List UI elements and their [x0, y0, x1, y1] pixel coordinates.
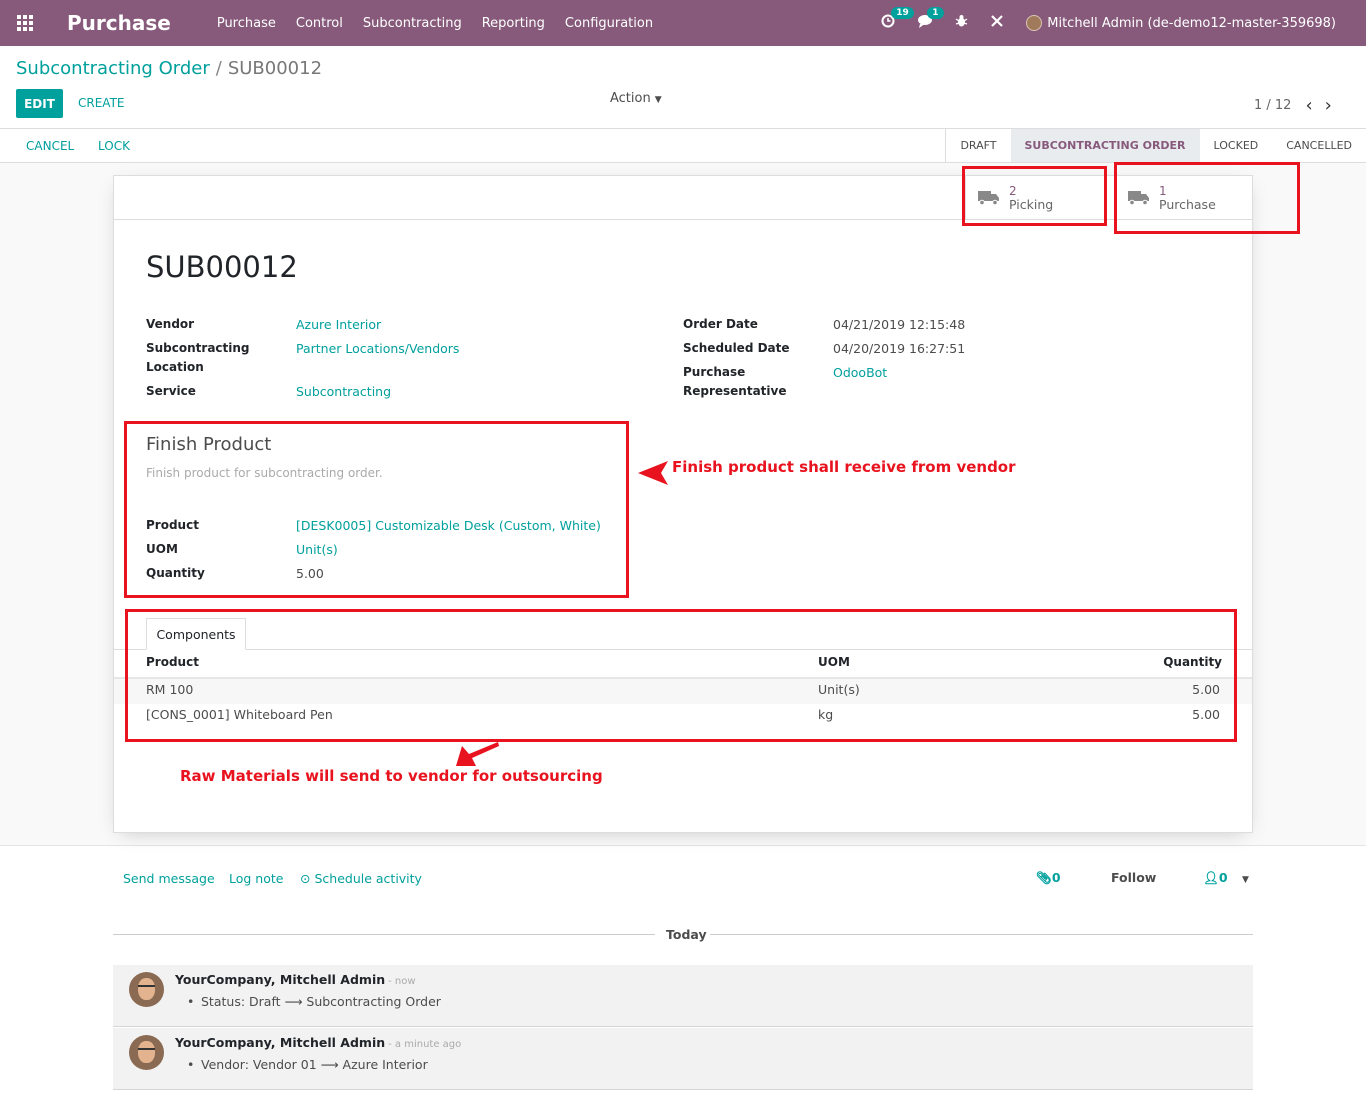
- chatter-message: YourCompany, Mitchell Admin- now Status:…: [113, 965, 1253, 1027]
- log-note-button[interactable]: Log note: [229, 871, 283, 886]
- breadcrumb-parent[interactable]: Subcontracting Order: [16, 58, 210, 79]
- annotation-arrow-left-icon: [638, 461, 668, 485]
- menu-item-configuration[interactable]: Configuration: [565, 16, 653, 31]
- message-time: - now: [388, 976, 416, 987]
- action-label: Action: [610, 91, 651, 106]
- edit-button[interactable]: EDIT: [16, 89, 63, 118]
- annotation-box-purchase: [1114, 162, 1300, 234]
- stage-locked[interactable]: LOCKED: [1200, 129, 1273, 162]
- send-message-button[interactable]: Send message: [123, 871, 215, 886]
- breadcrumb-separator: /: [215, 58, 222, 79]
- stage-subcontracting-order[interactable]: SUBCONTRACTING ORDER: [1010, 129, 1200, 162]
- order-date-value: 04/21/2019 12:15:48: [833, 317, 966, 332]
- attachments-count: 0: [1051, 870, 1061, 885]
- clock-icon: ⊙: [300, 871, 311, 886]
- subcontracting-location-label: Subcontracting Location: [146, 341, 250, 374]
- stage-cancelled[interactable]: CANCELLED: [1272, 129, 1366, 162]
- menu-item-purchase[interactable]: Purchase: [217, 16, 276, 31]
- previous-record-icon[interactable]: ‹: [1305, 95, 1324, 116]
- action-dropdown[interactable]: Action ▼: [610, 91, 662, 106]
- annotation-box-finish-product: [124, 421, 629, 598]
- vendor-label: Vendor: [146, 317, 195, 331]
- author-avatar[interactable]: [129, 972, 164, 1007]
- schedule-activity-label: Schedule activity: [314, 871, 422, 886]
- stage-draft[interactable]: DRAFT: [946, 129, 1010, 162]
- purchase-representative-label: Purchase Representative: [683, 365, 787, 398]
- messages-icon[interactable]: 1: [917, 7, 944, 32]
- follow-button[interactable]: Follow: [1111, 870, 1156, 885]
- user-name: Mitchell Admin (de-demo12-master-359698): [1047, 15, 1336, 31]
- status-bar: CANCEL LOCK DRAFT SUBCONTRACTING ORDER L…: [0, 128, 1366, 163]
- user-menu[interactable]: Mitchell Admin (de-demo12-master-359698): [1026, 15, 1336, 31]
- debug-bug-icon[interactable]: [955, 14, 968, 32]
- activity-icon[interactable]: 19: [881, 7, 914, 32]
- schedule-activity-button[interactable]: ⊙ Schedule activity: [300, 871, 422, 886]
- followers-count: 0: [1218, 870, 1228, 885]
- paperclip-icon: 📎︎: [1036, 870, 1052, 885]
- tools-icon[interactable]: [990, 14, 1004, 32]
- annotation-raw-note: Raw Materials will send to vendor for ou…: [180, 767, 603, 785]
- service-label: Service: [146, 384, 196, 398]
- service-value[interactable]: Subcontracting: [296, 382, 391, 401]
- subcontracting-location-value[interactable]: Partner Locations/Vendors: [296, 339, 459, 358]
- message-body: Status: Draft ⟶ Subcontracting Order: [187, 994, 441, 1009]
- author-avatar[interactable]: [129, 1035, 164, 1070]
- message-time: - a minute ago: [388, 1039, 462, 1050]
- attachments-button[interactable]: 📎︎0: [1036, 870, 1061, 886]
- stage-pipeline: DRAFT SUBCONTRACTING ORDER LOCKED CANCEL…: [945, 129, 1366, 162]
- followers-button[interactable]: 👤︎0 ▼: [1203, 870, 1249, 886]
- caret-down-icon: ▼: [1241, 875, 1249, 885]
- create-button[interactable]: CREATE: [78, 96, 125, 110]
- today-divider-left: [113, 934, 655, 935]
- user-avatar: [1026, 15, 1043, 31]
- breadcrumb: Subcontracting Order / SUB00012: [16, 58, 322, 79]
- scheduled-date-value: 04/20/2019 16:27:51: [833, 341, 966, 356]
- record-title: SUB00012: [146, 250, 298, 284]
- today-divider-right: [710, 934, 1253, 935]
- annotation-arrow-up-icon: [456, 742, 499, 766]
- breadcrumb-current: SUB00012: [227, 58, 323, 79]
- pager-value: 1 / 12: [1254, 98, 1292, 113]
- pager: 1 / 12 ‹›: [1254, 95, 1344, 116]
- scheduled-date-label: Scheduled Date: [683, 341, 790, 355]
- message-author[interactable]: YourCompany, Mitchell Admin: [175, 972, 385, 987]
- message-author[interactable]: YourCompany, Mitchell Admin: [175, 1035, 385, 1050]
- message-body: Vendor: Vendor 01 ⟶ Azure Interior: [187, 1057, 428, 1072]
- purchase-representative-value[interactable]: OdooBot: [833, 363, 887, 382]
- main-menu: Purchase Control Subcontracting Reportin…: [217, 16, 673, 31]
- today-label: Today: [666, 927, 707, 942]
- annotation-finish-note: Finish product shall receive from vendor: [672, 458, 1016, 476]
- activity-count-badge: 19: [891, 7, 914, 19]
- annotation-box-picking: [962, 166, 1107, 226]
- order-date-label: Order Date: [683, 317, 758, 331]
- menu-item-control[interactable]: Control: [296, 16, 343, 31]
- annotation-box-components: [125, 609, 1237, 742]
- user-icon: 👤︎: [1203, 870, 1219, 885]
- menu-item-reporting[interactable]: Reporting: [482, 16, 545, 31]
- apps-menu-icon[interactable]: [0, 0, 50, 46]
- message-count-badge: 1: [927, 7, 944, 19]
- lock-button[interactable]: LOCK: [98, 139, 130, 153]
- top-navbar: Purchase Purchase Control Subcontracting…: [0, 0, 1366, 46]
- chatter-message: YourCompany, Mitchell Admin - a minute ag…: [113, 1028, 1253, 1090]
- cancel-button[interactable]: CANCEL: [26, 139, 74, 153]
- next-record-icon[interactable]: ›: [1325, 95, 1344, 116]
- caret-down-icon: ▼: [654, 95, 662, 105]
- vendor-value[interactable]: Azure Interior: [296, 315, 381, 334]
- app-name: Purchase: [67, 11, 171, 35]
- menu-item-subcontracting[interactable]: Subcontracting: [363, 16, 462, 31]
